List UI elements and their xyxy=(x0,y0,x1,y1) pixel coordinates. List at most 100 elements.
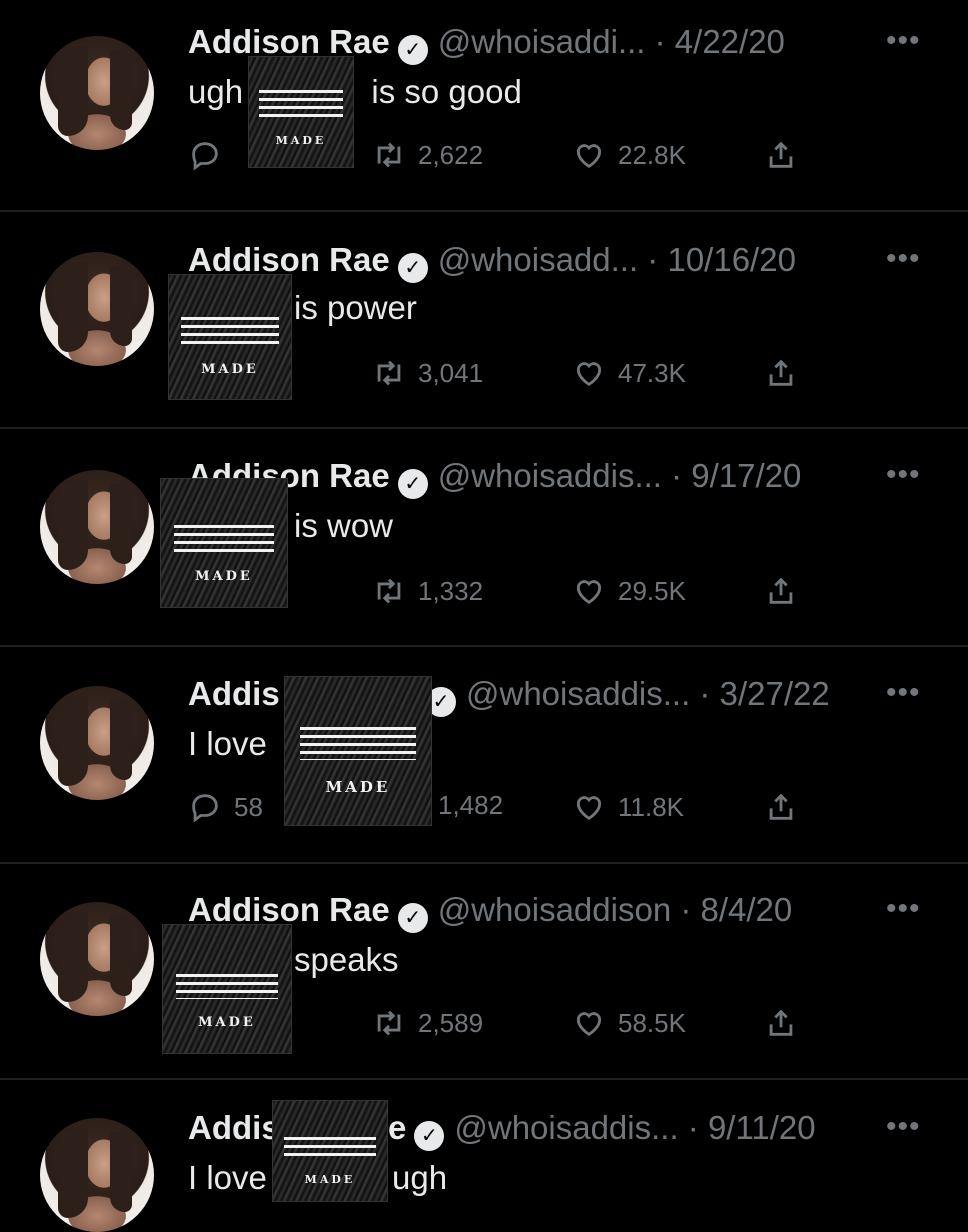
tweet-text: ugh is so good xyxy=(188,72,522,112)
tweet-text-after: is wow xyxy=(294,507,394,544)
reply-icon xyxy=(188,790,222,824)
display-name[interactable]: Addison Rae xyxy=(188,241,390,278)
display-name-tail: e xyxy=(388,1109,407,1146)
tweet-text-after: is so good xyxy=(371,73,522,110)
made-album-overlay: MADE xyxy=(168,274,292,400)
avatar[interactable] xyxy=(40,902,154,1016)
tweet-text-after: is power xyxy=(294,289,417,326)
tweet-divider xyxy=(0,862,968,864)
more-icon[interactable]: ••• xyxy=(886,24,921,58)
share-button[interactable] xyxy=(764,356,798,390)
more-icon[interactable]: ••• xyxy=(886,458,921,492)
tweet-date[interactable]: 8/4/20 xyxy=(701,891,793,928)
tweet-date[interactable]: 3/27/22 xyxy=(720,675,830,712)
retweet-count: 3,041 xyxy=(418,357,484,388)
verified-badge-icon: ✓ xyxy=(397,469,428,499)
heart-icon xyxy=(572,356,606,390)
avatar[interactable] xyxy=(40,470,154,584)
handle[interactable]: @whoisaddi... xyxy=(438,23,646,60)
tweet-text-before: I love xyxy=(188,1159,267,1196)
avatar[interactable] xyxy=(40,36,154,150)
made-album-overlay: MADE xyxy=(284,676,432,826)
tweet-date[interactable]: 9/11/20 xyxy=(708,1109,816,1146)
retweet-count: 2,589 xyxy=(418,1007,484,1038)
tweet-date[interactable]: 4/22/20 xyxy=(675,23,785,60)
reply-button[interactable]: 58 xyxy=(188,790,263,824)
handle[interactable]: @whoisaddis... xyxy=(454,1109,678,1146)
reply-icon xyxy=(188,138,222,172)
share-button[interactable] xyxy=(764,790,798,824)
like-button[interactable]: 29.5K xyxy=(572,574,686,608)
tweet-date[interactable]: 9/17/20 xyxy=(691,457,801,494)
tweet-header: Addis xyxy=(188,1108,280,1148)
like-count: 29.5K xyxy=(618,575,686,606)
share-icon xyxy=(764,138,798,172)
display-name[interactable]: Addison Rae xyxy=(188,891,390,928)
retweet-count: 1,332 xyxy=(418,575,484,606)
heart-icon xyxy=(572,138,606,172)
like-count: 58.5K xyxy=(618,1007,686,1038)
display-name[interactable]: Addison Rae xyxy=(188,23,390,60)
tweet-text: I love xyxy=(188,1158,267,1198)
heart-icon xyxy=(572,1006,606,1040)
share-button[interactable] xyxy=(764,138,798,172)
verified-badge-icon: ✓ xyxy=(397,253,428,283)
tweet-header-right: ✓ @whoisaddis... · 3/27/22 xyxy=(426,674,830,717)
like-button[interactable]: 11.8K xyxy=(572,790,684,824)
retweet-icon xyxy=(372,138,406,172)
retweet-button[interactable]: 1,332 xyxy=(372,574,483,608)
retweet-button[interactable]: 1,482 xyxy=(438,790,503,821)
more-icon[interactable]: ••• xyxy=(886,242,921,276)
share-icon xyxy=(764,574,798,608)
like-button[interactable]: 47.3K xyxy=(572,356,686,390)
made-album-overlay: MADE xyxy=(272,1100,388,1202)
made-album-overlay: MADE xyxy=(248,56,354,168)
made-album-overlay: MADE xyxy=(162,924,292,1054)
handle[interactable]: @whoisaddison xyxy=(438,891,671,928)
dot-separator: · xyxy=(671,891,701,928)
made-label: MADE xyxy=(325,777,391,796)
tweet-divider xyxy=(0,427,968,429)
made-label: MADE xyxy=(198,1014,256,1030)
retweet-button[interactable]: 2,622 xyxy=(372,138,483,172)
tweet-text: ugh xyxy=(392,1158,447,1198)
tweet-text: speaks xyxy=(294,940,399,980)
retweet-count: 2,622 xyxy=(418,139,484,170)
made-label: MADE xyxy=(275,134,327,147)
retweet-icon xyxy=(372,574,406,608)
more-icon[interactable]: ••• xyxy=(886,1110,921,1144)
tweet-date[interactable]: 10/16/20 xyxy=(667,241,795,278)
share-button[interactable] xyxy=(764,574,798,608)
handle[interactable]: @whoisadd... xyxy=(438,241,638,278)
heart-icon xyxy=(572,574,606,608)
display-name[interactable]: Addis xyxy=(188,675,280,712)
tweet-divider xyxy=(0,210,968,212)
made-album-overlay: MADE xyxy=(160,478,288,608)
share-icon xyxy=(764,1006,798,1040)
avatar[interactable] xyxy=(40,1118,154,1232)
handle[interactable]: @whoisaddis... xyxy=(466,675,690,712)
more-icon[interactable]: ••• xyxy=(886,892,921,926)
dot-separator: · xyxy=(678,1109,708,1146)
verified-badge-icon: ✓ xyxy=(397,903,428,933)
retweet-button[interactable]: 2,589 xyxy=(372,1006,483,1040)
dot-separator: · xyxy=(638,241,668,278)
share-button[interactable] xyxy=(764,1006,798,1040)
retweet-button[interactable]: 3,041 xyxy=(372,356,483,390)
tweet-text-before: ugh xyxy=(188,73,244,110)
more-icon[interactable]: ••• xyxy=(886,676,921,710)
avatar[interactable] xyxy=(40,252,154,366)
display-name[interactable]: Addis xyxy=(188,1109,280,1146)
like-button[interactable]: 58.5K xyxy=(572,1006,686,1040)
handle[interactable]: @whoisaddis... xyxy=(438,457,662,494)
tweet-text-after: speaks xyxy=(294,941,399,978)
made-label: MADE xyxy=(195,568,253,584)
tweet-divider xyxy=(0,645,968,647)
made-label: MADE xyxy=(201,361,259,377)
like-button[interactable]: 22.8K xyxy=(572,138,686,172)
verified-badge-icon: ✓ xyxy=(397,35,428,65)
tweet-text: is power xyxy=(294,288,417,328)
like-count: 11.8K xyxy=(618,791,685,822)
reply-button[interactable] xyxy=(188,138,234,172)
avatar[interactable] xyxy=(40,686,154,800)
